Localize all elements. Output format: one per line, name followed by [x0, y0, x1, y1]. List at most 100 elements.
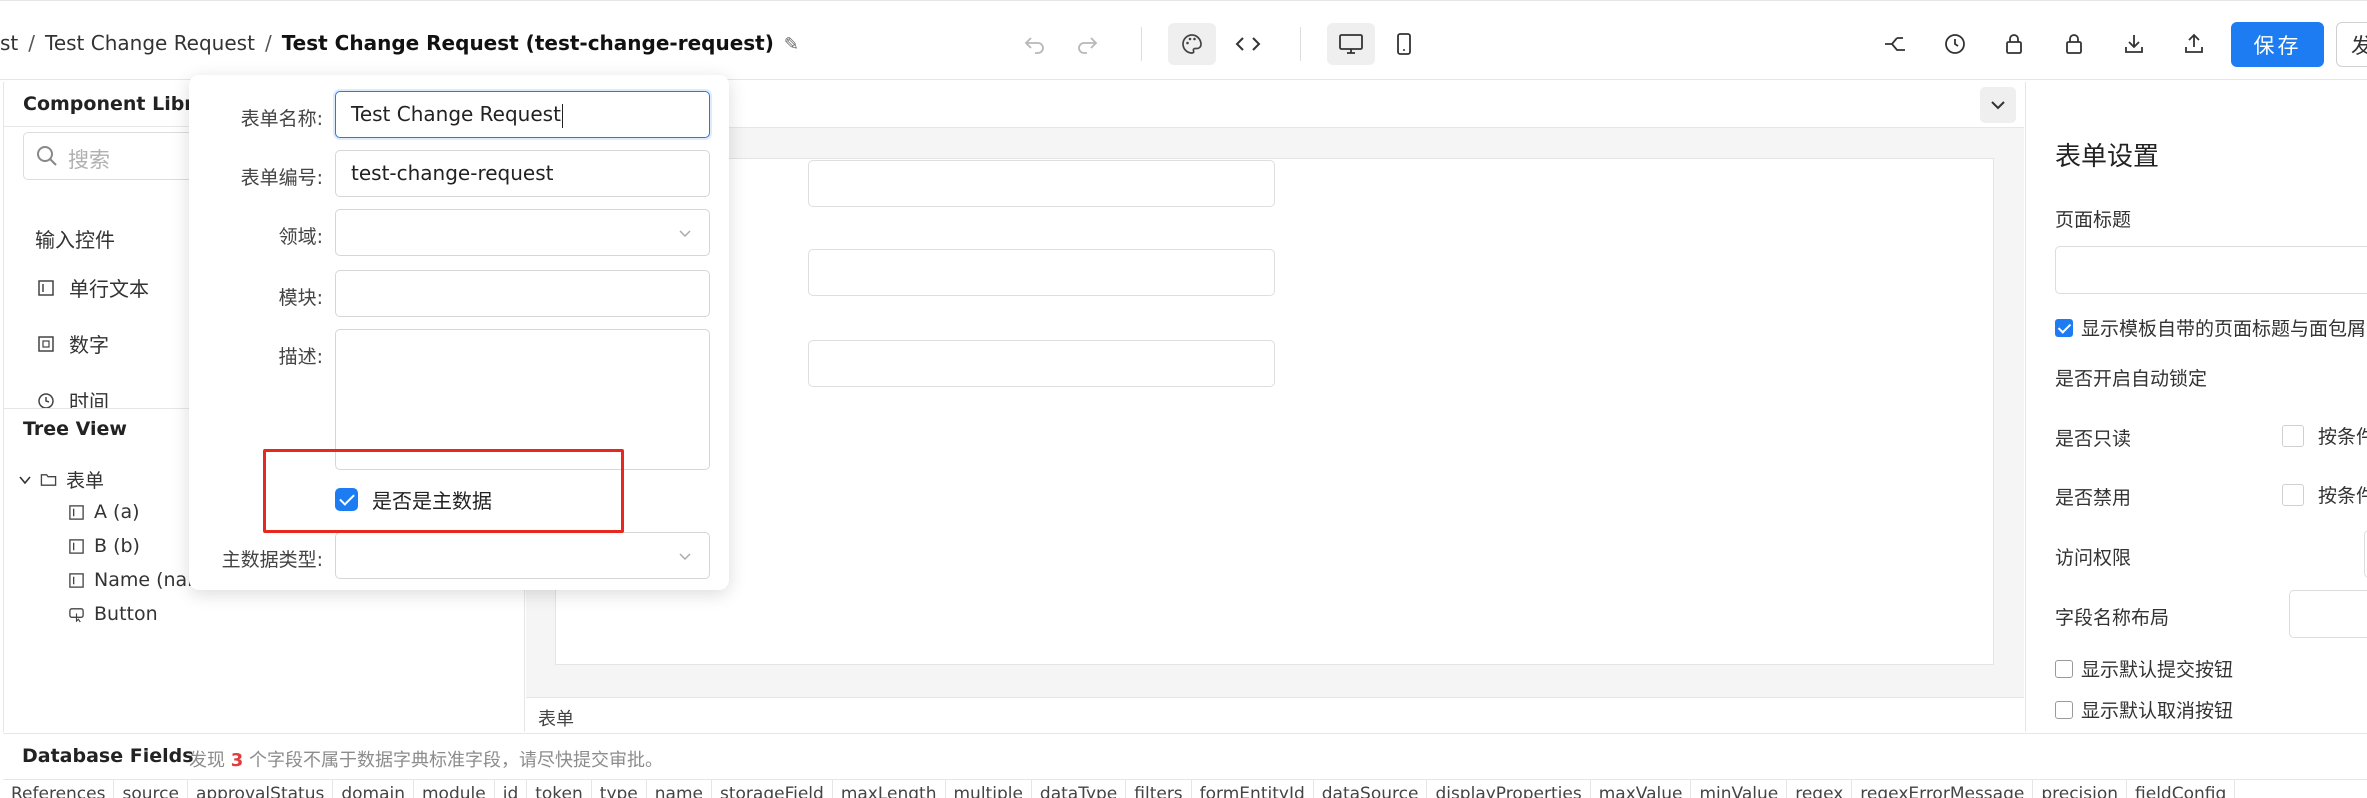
chevron-down-icon — [19, 475, 31, 484]
clock-icon — [1945, 34, 1965, 54]
redo-button[interactable] — [1063, 23, 1111, 65]
db-column-header[interactable]: storageField — [712, 780, 833, 798]
breadcrumb-parent[interactable]: Test Change Request — [45, 31, 255, 55]
readonly-label: 是否只读 — [2055, 428, 2132, 450]
readonly-condition-checkbox[interactable]: 按条件 — [2282, 422, 2367, 449]
tree-node-b[interactable]: B (b) — [68, 535, 140, 557]
module-input[interactable] — [335, 270, 710, 317]
component-item-text[interactable]: 单行文本 — [37, 273, 149, 302]
checkbox-unchecked[interactable] — [2282, 424, 2304, 447]
db-column-header[interactable]: dataSource — [1314, 780, 1428, 798]
db-column-header[interactable]: id — [495, 780, 528, 798]
preview-input-b[interactable] — [808, 249, 1275, 296]
preview-input-a[interactable] — [808, 160, 1275, 207]
db-column-header[interactable]: regex — [1787, 780, 1853, 798]
redo-icon — [1078, 37, 1098, 54]
readonly-condition-label: 按条件 — [2318, 426, 2367, 448]
undo-button[interactable] — [1011, 23, 1059, 65]
section-label-input-controls: 输入控件 — [35, 228, 115, 252]
checkbox-unchecked[interactable] — [2282, 483, 2304, 506]
database-fields-bar: Database Fields 发现 3 个字段不属于数据字典标准字段，请尽快提… — [3, 733, 2367, 779]
edit-pencil-icon[interactable]: ✎ — [784, 34, 799, 55]
db-column-header[interactable]: token — [527, 780, 592, 798]
palette-icon — [1182, 34, 1202, 54]
access-label: 访问权限 — [2055, 547, 2132, 569]
code-view-button[interactable] — [1224, 23, 1272, 65]
form-settings-panel: 表单设置 页面标题 显示模板自带的页面标题与面包屑 是否开启自动锁定 是否只读 … — [2025, 82, 2367, 732]
unlock-button[interactable] — [2050, 23, 2098, 65]
search-icon — [37, 146, 57, 166]
module-label: 模块: — [278, 287, 323, 309]
tree-node-name[interactable]: Name (nam — [68, 569, 206, 591]
desktop-view-button[interactable] — [1327, 23, 1375, 65]
text-field-icon — [69, 538, 84, 554]
branch-button[interactable] — [1871, 23, 1919, 65]
database-fields-title: Database Fields — [22, 745, 194, 767]
breadcrumb-separator: / — [28, 31, 36, 55]
form-name-input[interactable]: Test Change Request — [335, 91, 710, 138]
db-column-header[interactable]: domain — [333, 780, 414, 798]
tree-node-root[interactable]: 表单 — [18, 466, 104, 493]
toolbar-divider — [1141, 27, 1142, 61]
text-field-icon — [69, 572, 84, 588]
db-column-header[interactable]: References — [3, 780, 115, 798]
db-column-header[interactable]: minValue — [1691, 780, 1788, 798]
db-column-header[interactable]: filters — [1126, 780, 1192, 798]
save-button[interactable]: 保存 — [2231, 22, 2324, 67]
db-column-header[interactable]: maxValue — [1591, 780, 1692, 798]
db-column-header[interactable]: dataType — [1032, 780, 1127, 798]
master-data-type-select[interactable] — [335, 532, 710, 579]
db-column-header[interactable]: name — [647, 780, 712, 798]
form-code-input[interactable]: test-change-request — [335, 150, 710, 197]
db-column-header[interactable]: module — [414, 780, 495, 798]
field-layout-select[interactable] — [2289, 590, 2367, 638]
db-column-header[interactable]: fieldConfig — [2127, 780, 2236, 798]
db-column-header[interactable]: maxLength — [833, 780, 946, 798]
form-code-value: test-change-request — [351, 161, 554, 185]
form-code-label: 表单编号: — [240, 167, 323, 189]
checkbox-unchecked[interactable] — [2055, 700, 2073, 719]
db-column-header[interactable]: displayProperties — [1427, 780, 1591, 798]
show-template-title-checkbox[interactable]: 显示模板自带的页面标题与面包屑 — [2055, 314, 2366, 341]
preview-input-name[interactable] — [808, 340, 1275, 387]
tree-node-a[interactable]: A (a) — [68, 501, 140, 523]
checkbox-checked[interactable] — [2055, 318, 2073, 337]
collapse-button[interactable] — [1980, 87, 2016, 123]
upload-button[interactable] — [2170, 23, 2218, 65]
db-column-header[interactable]: type — [592, 780, 647, 798]
db-column-header[interactable]: formEntityId — [1192, 780, 1314, 798]
db-column-header[interactable]: multiple — [946, 780, 1032, 798]
db-column-header[interactable]: source — [114, 780, 188, 798]
breadcrumb-separator: / — [264, 31, 272, 55]
database-fields-columns: References source approvalStatus domain modu… — [3, 779, 2367, 798]
disabled-condition-checkbox[interactable]: 按条件 — [2282, 481, 2367, 508]
tree-node-label: B (b) — [94, 535, 140, 557]
breadcrumb-prev[interactable]: st — [0, 31, 18, 55]
page-title-input[interactable] — [2055, 246, 2367, 294]
tree-node-label: A (a) — [94, 501, 140, 523]
form-name-label: 表单名称: — [240, 108, 323, 130]
form-preview[interactable] — [555, 158, 1994, 665]
db-column-header[interactable]: precision — [2033, 780, 2128, 798]
db-column-header[interactable]: regexErrorMessage — [1852, 780, 2034, 798]
history-button[interactable] — [1931, 23, 1979, 65]
download-button[interactable] — [2110, 23, 2158, 65]
lock-button[interactable] — [1990, 23, 2038, 65]
component-item-number[interactable]: 数字 — [37, 329, 109, 358]
download-icon — [2125, 35, 2143, 53]
show-submit-label: 显示默认提交按钮 — [2081, 659, 2234, 681]
publish-button[interactable]: 发 — [2336, 22, 2367, 67]
show-submit-checkbox[interactable]: 显示默认提交按钮 — [2055, 655, 2233, 682]
domain-select[interactable] — [335, 209, 710, 256]
db-msg-suffix: 个字段不属于数据字典标准字段，请尽快提交审批。 — [249, 750, 663, 771]
checkbox-unchecked[interactable] — [2055, 659, 2073, 678]
component-item-time[interactable]: 时间 — [37, 386, 109, 408]
theme-button[interactable] — [1168, 23, 1216, 65]
mobile-view-button[interactable] — [1380, 23, 1428, 65]
clock-icon — [38, 392, 54, 408]
db-column-header[interactable]: approvalStatus — [188, 780, 334, 798]
button-icon — [69, 607, 84, 622]
tree-node-button[interactable]: Button — [68, 603, 158, 625]
show-cancel-checkbox[interactable]: 显示默认取消按钮 — [2055, 696, 2233, 723]
canvas-toolbar — [526, 82, 2024, 128]
